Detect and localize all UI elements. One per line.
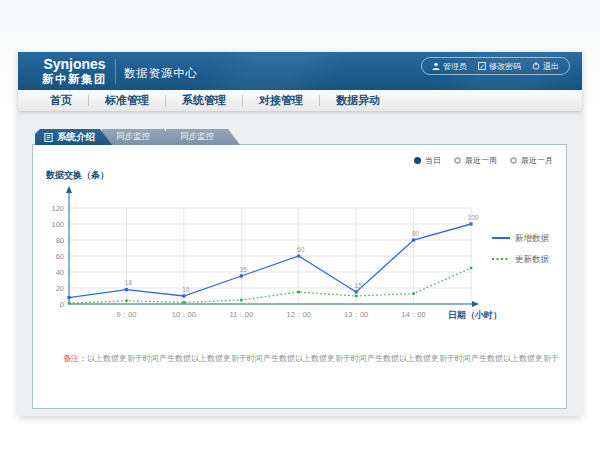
svg-text:0: 0 bbox=[60, 300, 64, 309]
change-password-button[interactable]: 修改密码 bbox=[478, 61, 521, 72]
power-icon bbox=[532, 62, 540, 70]
user-menu: 管理员 修改密码 退出 bbox=[421, 57, 570, 75]
tab-sync-monitor-2[interactable]: 同步监控 bbox=[166, 129, 240, 145]
footnote: 备注：以上数据更新于时间产生数据以上数据更新于时间产生数据以上数据更新于时间产生… bbox=[63, 353, 559, 364]
edit-icon bbox=[478, 62, 486, 70]
brand-logo-cn: 新中新集团 bbox=[42, 73, 107, 85]
nav-item-integration-mgmt[interactable]: 对接管理 bbox=[243, 93, 319, 108]
svg-text:40: 40 bbox=[56, 268, 64, 277]
app-window: Synjones 新中新集团 数据资源中心 管理员 修改密码 退出 bbox=[18, 52, 582, 416]
svg-text:日期（小时）: 日期（小时） bbox=[448, 310, 502, 320]
svg-text:60: 60 bbox=[297, 246, 305, 253]
svg-text:10：00: 10：00 bbox=[172, 310, 196, 319]
svg-text:11：00: 11：00 bbox=[229, 310, 253, 319]
document-icon bbox=[44, 133, 53, 142]
svg-text:18: 18 bbox=[125, 279, 133, 286]
svg-text:100: 100 bbox=[51, 220, 64, 229]
header-divider bbox=[115, 59, 116, 84]
brand-logo-en: Synjones bbox=[42, 57, 107, 71]
svg-text:10: 10 bbox=[182, 286, 190, 293]
svg-text:20: 20 bbox=[56, 284, 64, 293]
svg-text:新增数据: 新增数据 bbox=[515, 233, 550, 243]
chart-panel: 当日 最近一周 最近一月 数据交换（条） 0204060801001209：00… bbox=[32, 144, 567, 409]
time-filter-last-week[interactable]: 最近一周 bbox=[454, 155, 497, 166]
time-filter-group: 当日 最近一周 最近一月 bbox=[414, 155, 553, 166]
nav-item-data-change[interactable]: 数据异动 bbox=[320, 93, 396, 108]
content-area: 系统介绍 同步监控 同步监控 当日 最近一周 bbox=[18, 112, 582, 416]
user-icon bbox=[432, 62, 440, 70]
svg-text:13：00: 13：00 bbox=[344, 310, 368, 319]
main-nav: 首页 标准管理 系统管理 对接管理 数据异动 bbox=[18, 90, 582, 112]
tab-system-intro[interactable]: 系统介绍 bbox=[35, 129, 112, 145]
footnote-text: 以上数据更新于时间产生数据以上数据更新于时间产生数据以上数据更新于时间产生数据以… bbox=[87, 354, 559, 363]
svg-text:100: 100 bbox=[468, 214, 479, 221]
svg-text:80: 80 bbox=[412, 230, 420, 237]
svg-text:14：00: 14：00 bbox=[401, 310, 425, 319]
line-chart: 0 20 40 60 80 100 120 9：00 10：00 11：00 12：00 13：00 1… bbox=[33, 181, 566, 333]
page-background: Synjones 新中新集团 数据资源中心 管理员 修改密码 退出 bbox=[0, 0, 600, 450]
svg-text:15: 15 bbox=[355, 282, 363, 289]
radio-unselected-icon bbox=[510, 157, 517, 164]
svg-text:12：00: 12：00 bbox=[287, 310, 311, 319]
svg-text:35: 35 bbox=[240, 266, 248, 273]
svg-text:更新数据: 更新数据 bbox=[515, 254, 550, 264]
tab-sync-monitor-1[interactable]: 同步监控 bbox=[102, 129, 176, 145]
app-header: Synjones 新中新集团 数据资源中心 管理员 修改密码 退出 bbox=[18, 52, 582, 90]
time-filter-last-month[interactable]: 最近一月 bbox=[510, 155, 553, 166]
header-decor bbox=[170, 52, 366, 90]
svg-text:60: 60 bbox=[56, 252, 64, 261]
nav-item-standard-mgmt[interactable]: 标准管理 bbox=[89, 93, 165, 108]
radio-unselected-icon bbox=[454, 157, 461, 164]
page-title: 数据资源中心 bbox=[124, 66, 198, 81]
footnote-label: 备注： bbox=[63, 354, 87, 363]
svg-text:9：00: 9：00 bbox=[116, 310, 136, 319]
svg-text:120: 120 bbox=[51, 204, 64, 213]
tab-bar: 系统介绍 同步监控 同步监控 bbox=[35, 129, 240, 145]
time-filter-today[interactable]: 当日 bbox=[414, 155, 441, 166]
nav-item-home[interactable]: 首页 bbox=[34, 93, 88, 108]
brand-logo: Synjones 新中新集团 bbox=[42, 57, 107, 85]
nav-item-system-mgmt[interactable]: 系统管理 bbox=[166, 93, 242, 108]
svg-text:80: 80 bbox=[56, 236, 64, 245]
logout-button[interactable]: 退出 bbox=[532, 61, 559, 72]
user-account-button[interactable]: 管理员 bbox=[432, 61, 467, 72]
radio-selected-icon bbox=[414, 157, 421, 164]
